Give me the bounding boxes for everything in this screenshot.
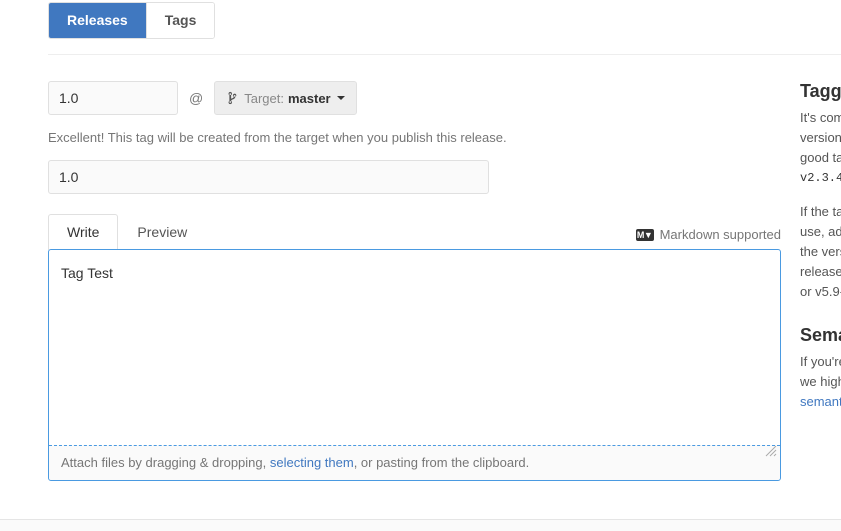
attach-files-footer[interactable]: Attach files by dragging & dropping, sel… — [49, 445, 780, 480]
editor-body: Attach files by dragging & dropping, sel… — [48, 249, 781, 481]
tagging-line-2: version names with the letter — [800, 130, 841, 145]
release-description-textarea[interactable] — [49, 250, 780, 445]
tagging-example-code: v2.3.4 — [800, 171, 841, 185]
target-label: Target: — [244, 90, 284, 106]
at-separator: @ — [189, 90, 204, 106]
release-form: @ Target: master Excellent! This tag wil… — [48, 80, 781, 481]
tagging-line-5: use, add a pre-release version after — [800, 224, 841, 239]
tag-version-input[interactable] — [48, 81, 178, 115]
semver-line-1: If you're new to releasing software, — [800, 354, 841, 369]
semver-link-anchor[interactable]: semantic versioning — [800, 394, 841, 409]
release-description-editor: Write Preview M▼ Markdown supported Atta… — [48, 214, 781, 481]
release-title-input[interactable] — [48, 160, 489, 194]
editor-tabs: Write Preview M▼ Markdown supported — [48, 214, 781, 250]
target-branch-button[interactable]: Target: master — [214, 81, 357, 115]
tabnav-tabs: Releases Tags — [48, 2, 216, 39]
tabnav: Releases Tags — [48, 2, 216, 39]
semantic-versioning-link[interactable]: semantic versioning — [800, 392, 841, 412]
semver-line-2: we highly recommend reading about — [800, 374, 841, 389]
tagging-line-6: the version name. Some good pre- — [800, 244, 841, 259]
tagging-line-7: release versions might be — [800, 264, 841, 279]
tagging-line-4: If the tag isn't meant for production — [800, 204, 841, 219]
markdown-icon: M▼ — [635, 228, 654, 241]
release-create-page: Releases Tags @ Target: master Excellent… — [0, 0, 841, 531]
target-value: master — [287, 90, 331, 106]
chevron-down-icon — [336, 96, 345, 100]
header-divider — [48, 54, 841, 55]
tab-write[interactable]: Write — [48, 214, 119, 250]
semantic-versioning-heading: Semantic versioning — [800, 325, 841, 345]
markdown-supported-label: Markdown supported — [659, 227, 781, 242]
release-sidebar: Tagging suggestions It's common practice… — [800, 80, 841, 412]
tagging-line-3: good tag name might be — [800, 150, 841, 165]
attach-suffix: , or pasting from the clipboard. — [353, 455, 530, 470]
tagging-line-1: It's common practice to prefix your — [800, 110, 841, 125]
tab-tags[interactable]: Tags — [145, 3, 215, 38]
tag-help-note: Excellent! This tag will be created from… — [48, 130, 507, 145]
markdown-supported-link[interactable]: M▼ Markdown supported — [635, 227, 781, 250]
tab-releases[interactable]: Releases — [49, 3, 146, 38]
tagging-suggestions-heading: Tagging suggestions — [800, 81, 841, 101]
footer-area — [0, 520, 841, 531]
tab-preview[interactable]: Preview — [118, 214, 206, 250]
tagging-line-8: or v5.9-beta.3 — [800, 284, 841, 299]
git-branch-icon — [226, 91, 238, 105]
attach-prefix: Attach files by dragging & dropping, — [61, 455, 270, 470]
tag-version-row: @ Target: master — [48, 80, 781, 116]
selecting-them-link[interactable]: selecting them — [270, 455, 354, 470]
